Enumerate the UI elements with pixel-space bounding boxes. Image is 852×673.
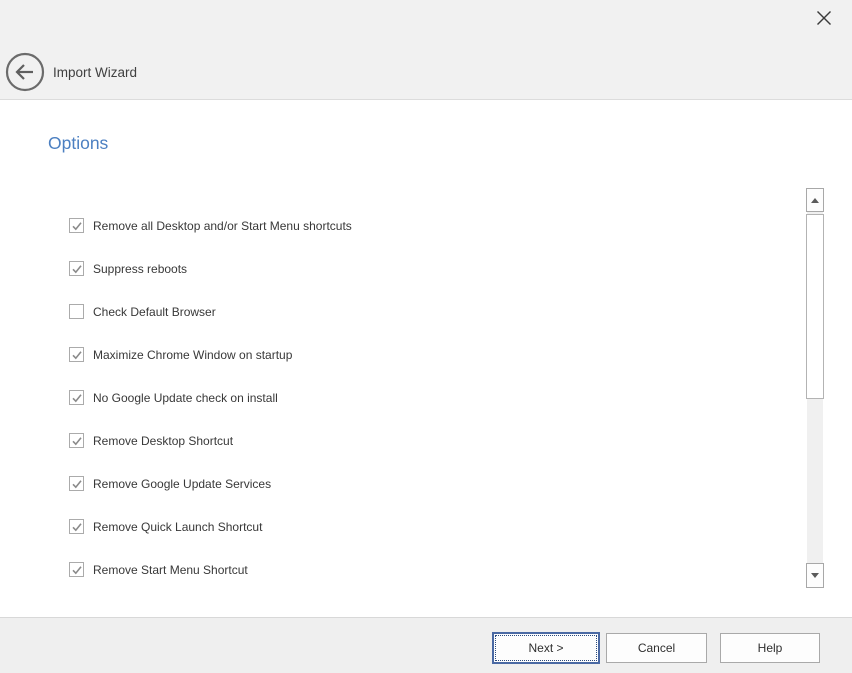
option-row: Remove Google Update Services	[69, 462, 769, 505]
option-row: Maximize Chrome Window on startup	[69, 333, 769, 376]
option-row: No Google Update check on install	[69, 376, 769, 419]
triangle-up-icon	[811, 198, 819, 203]
checkbox-checked[interactable]	[69, 347, 84, 362]
back-button[interactable]	[5, 52, 45, 92]
wizard-header: Import Wizard	[0, 0, 852, 100]
checkbox-checked[interactable]	[69, 433, 84, 448]
page-title: Options	[48, 133, 108, 154]
option-label[interactable]: Remove Quick Launch Shortcut	[93, 520, 262, 534]
wizard-content: Options Remove all Desktop and/or Start …	[0, 101, 852, 616]
option-label[interactable]: No Google Update check on install	[93, 391, 278, 405]
triangle-down-icon	[811, 573, 819, 578]
checkbox-checked[interactable]	[69, 390, 84, 405]
wizard-title: Import Wizard	[53, 65, 137, 80]
import-wizard-dialog: Import Wizard Options Remove all Desktop…	[0, 0, 852, 673]
checkmark-icon	[71, 263, 83, 275]
checkbox-checked[interactable]	[69, 476, 84, 491]
checkbox-unchecked[interactable]	[69, 304, 84, 319]
arrow-left-circle-icon	[5, 80, 45, 95]
cancel-button-label: Cancel	[638, 641, 675, 655]
checkmark-icon	[71, 435, 83, 447]
option-label[interactable]: Remove Start Menu Shortcut	[93, 563, 248, 577]
option-label[interactable]: Maximize Chrome Window on startup	[93, 348, 292, 362]
checkbox-checked[interactable]	[69, 261, 84, 276]
option-label[interactable]: Remove all Desktop and/or Start Menu sho…	[93, 219, 352, 233]
checkmark-icon	[71, 220, 83, 232]
scrollbar-thumb[interactable]	[806, 214, 824, 399]
option-label[interactable]: Check Default Browser	[93, 305, 216, 319]
help-button-label: Help	[758, 641, 783, 655]
help-button[interactable]: Help	[720, 633, 820, 663]
checkbox-checked[interactable]	[69, 218, 84, 233]
close-icon	[816, 10, 832, 29]
checkmark-icon	[71, 349, 83, 361]
option-label[interactable]: Remove Google Update Services	[93, 477, 271, 491]
next-button[interactable]: Next >	[492, 632, 600, 664]
cancel-button[interactable]: Cancel	[606, 633, 707, 663]
scroll-down-button[interactable]	[806, 563, 824, 588]
option-row: Check Default Browser	[69, 290, 769, 333]
option-row: Remove Quick Launch Shortcut	[69, 505, 769, 548]
option-label[interactable]: Suppress reboots	[93, 262, 187, 276]
checkmark-icon	[71, 392, 83, 404]
checkbox-checked[interactable]	[69, 562, 84, 577]
close-button[interactable]	[813, 8, 835, 30]
checkbox-checked[interactable]	[69, 519, 84, 534]
option-row: Suppress reboots	[69, 247, 769, 290]
scroll-up-button[interactable]	[806, 188, 824, 212]
option-row: Remove Start Menu Shortcut	[69, 548, 769, 591]
option-row: Remove Desktop Shortcut	[69, 419, 769, 462]
checkmark-icon	[71, 478, 83, 490]
next-button-label: Next >	[528, 641, 563, 655]
option-label[interactable]: Remove Desktop Shortcut	[93, 434, 233, 448]
wizard-footer: Next > Cancel Help	[0, 617, 852, 673]
option-row: Remove all Desktop and/or Start Menu sho…	[69, 204, 769, 247]
checkmark-icon	[71, 564, 83, 576]
checkmark-icon	[71, 521, 83, 533]
scrollbar	[806, 188, 824, 588]
options-list: Remove all Desktop and/or Start Menu sho…	[69, 204, 769, 591]
